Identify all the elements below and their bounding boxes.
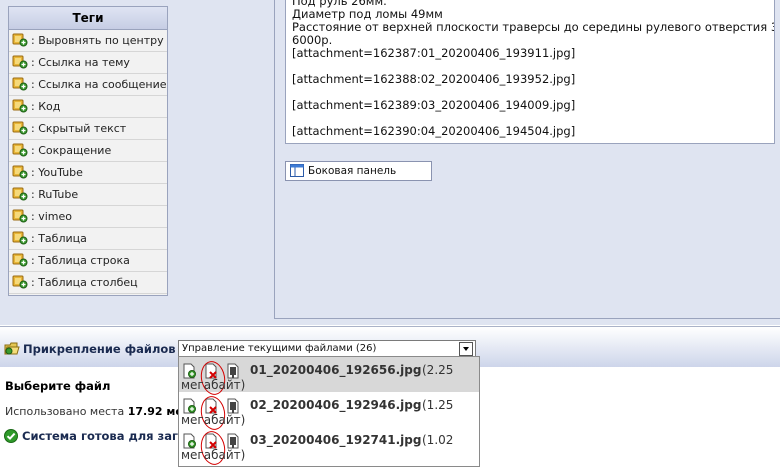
check-icon <box>4 429 18 443</box>
file-info-icon[interactable] <box>227 433 241 449</box>
folder-icon <box>4 342 20 355</box>
insert-tag-icon <box>12 99 28 113</box>
file-dropdown: 01_20200406_192656.jpg (2.25 мегабайт) 02_2… <box>178 356 480 467</box>
file-size-unit: мегабайт) <box>181 378 246 392</box>
tag-item[interactable]: : YouTube <box>9 162 167 184</box>
file-size: (1.02 <box>422 433 454 447</box>
post-text-editor[interactable]: Под руль 26мм. Диаметр под ломы 49мм Расст… <box>285 0 775 144</box>
file-manager-select-value: Управление текущими файлами (26) <box>182 343 377 354</box>
tag-item-label: : Ссылка на тему <box>31 56 130 69</box>
insert-tag-icon <box>12 77 28 91</box>
file-name[interactable]: 03_20200406_192741.jpg <box>250 433 421 447</box>
file-name[interactable]: 02_20200406_192946.jpg <box>250 398 421 412</box>
chevron-down-icon[interactable] <box>459 342 473 356</box>
tag-item-label: : Таблица строка <box>31 254 130 267</box>
editor-line: Расстояние от верхней плоскости траверсы… <box>292 20 775 34</box>
side-panel-label: Боковая панель <box>308 165 397 177</box>
editor-line: [attachment=162389:03_20200406_194009.jp… <box>292 98 576 112</box>
tag-item[interactable]: : Таблица столбец <box>9 272 167 294</box>
insert-tag-icon <box>12 121 28 135</box>
insert-file-icon[interactable] <box>183 398 197 414</box>
insert-tag-icon <box>12 165 28 179</box>
tag-item[interactable]: : RuTube <box>9 184 167 206</box>
file-info-icon[interactable] <box>227 363 241 379</box>
insert-file-icon[interactable] <box>183 433 197 449</box>
file-name[interactable]: 01_20200406_192656.jpg <box>250 363 421 377</box>
tag-item-label: : vimeo <box>31 210 72 223</box>
tag-item[interactable]: : vimeo <box>9 206 167 228</box>
file-actions <box>183 429 243 466</box>
insert-tag-icon <box>12 231 28 245</box>
file-actions <box>183 359 243 397</box>
tag-list: : Выровнять по центру : Ссылка на тему : С… <box>9 30 167 294</box>
tag-item-label: : Таблица столбец <box>31 276 138 289</box>
usage-value: 17.92 ме <box>127 405 183 418</box>
editor-line: [attachment=162387:01_20200406_193911.jp… <box>292 46 576 60</box>
tag-item-label: : Код <box>31 100 61 113</box>
insert-tag-icon <box>12 209 28 223</box>
tag-item[interactable]: : Ссылка на сообщение <box>9 74 167 96</box>
choose-file-label: Выберите файл <box>5 379 111 393</box>
file-actions <box>183 394 243 432</box>
tag-item-label: : Сокращение <box>31 144 112 157</box>
tag-item-label: : YouTube <box>31 166 83 179</box>
tag-item-label: : RuTube <box>31 188 79 201</box>
insert-tag-icon <box>12 33 28 47</box>
tag-item-label: : Ссылка на сообщение <box>31 78 167 91</box>
tag-item[interactable]: : Скрытый текст <box>9 118 167 140</box>
tag-item-label: : Таблица <box>31 232 87 245</box>
editor-line: [attachment=162390:04_20200406_194504.jp… <box>292 124 576 138</box>
tags-panel: Теги : Выровнять по центру : Ссылка на те… <box>8 6 168 296</box>
tag-item[interactable]: : Ссылка на тему <box>9 52 167 74</box>
insert-tag-icon <box>12 275 28 289</box>
tags-header: Теги <box>9 7 167 30</box>
usage-label: Использовано места 17.92 ме <box>5 405 183 418</box>
editor-line: [attachment=162388:02_20200406_193952.jp… <box>292 72 576 86</box>
tag-item[interactable]: : Выровнять по центру <box>9 30 167 52</box>
side-panel-icon <box>290 164 304 177</box>
side-panel-button[interactable]: Боковая панель <box>285 161 432 181</box>
file-size-unit: мегабайт) <box>181 448 246 462</box>
insert-tag-icon <box>12 55 28 69</box>
tag-item[interactable]: : Код <box>9 96 167 118</box>
attachments-title: Прикрепление файлов <box>4 341 176 356</box>
file-size: (1.25 <box>422 398 454 412</box>
insert-tag-icon <box>12 187 28 201</box>
file-size: (2.25 <box>422 363 454 377</box>
file-row[interactable]: 02_20200406_192946.jpg (1.25 мегабайт) <box>179 392 479 432</box>
insert-tag-icon <box>12 143 28 157</box>
file-row[interactable]: 03_20200406_192741.jpg (1.02 мегабайт) <box>179 427 479 466</box>
file-row[interactable]: 01_20200406_192656.jpg (2.25 мегабайт) <box>179 357 479 397</box>
insert-tag-icon <box>12 253 28 267</box>
file-size-unit: мегабайт) <box>181 413 246 427</box>
editor-wrap: Под руль 26мм. Диаметр под ломы 49мм Расст… <box>274 0 780 319</box>
tag-item[interactable]: : Сокращение <box>9 140 167 162</box>
tag-item-label: : Скрытый текст <box>31 122 127 135</box>
status-label: Система готова для загр <box>4 429 186 443</box>
insert-file-icon[interactable] <box>183 363 197 379</box>
tag-item-label: : Выровнять по центру <box>31 34 164 47</box>
file-info-icon[interactable] <box>227 398 241 414</box>
tag-item[interactable]: : Таблица <box>9 228 167 250</box>
tag-item[interactable]: : Таблица строка <box>9 250 167 272</box>
